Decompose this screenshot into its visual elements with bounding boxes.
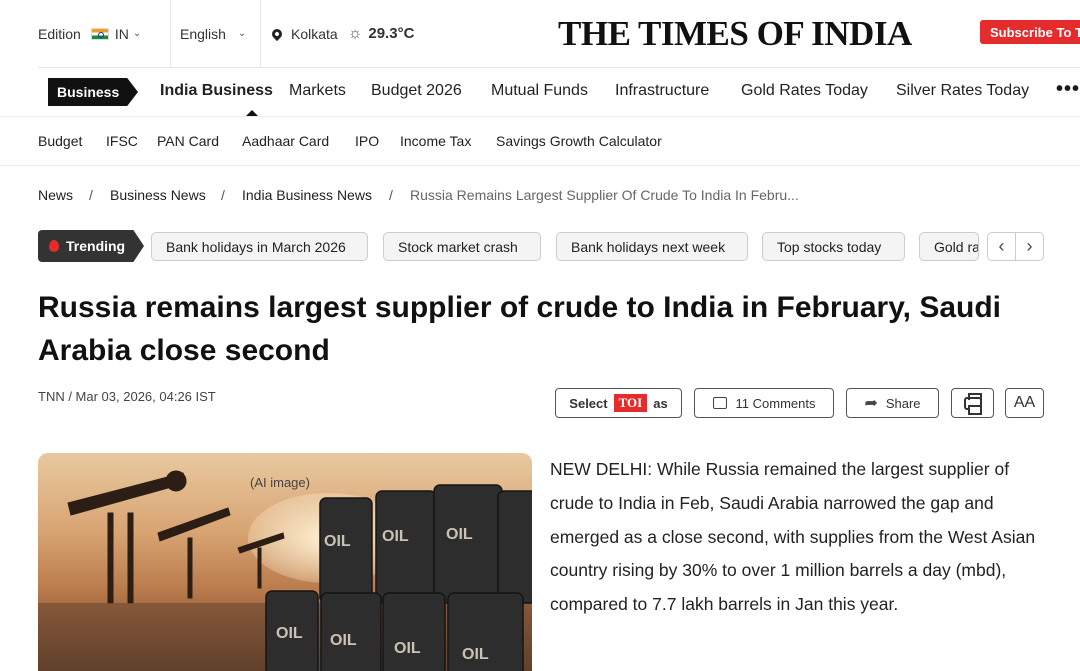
share-icon: ➦ [864,395,878,412]
main-nav: Business India Business Markets Budget 2… [38,67,1080,116]
printer-icon [963,392,982,415]
chevron-down-icon: ⌄ [237,28,247,39]
top-bar: Edition IN ⌄ English ⌄ Kolkata ☼ 29.3°C … [0,0,1080,67]
nav-item-silver-rates[interactable]: Silver Rates Today [896,82,1029,100]
nav-item-budget-2026[interactable]: Budget 2026 [371,82,462,100]
select-toi-preferred-button[interactable]: Select TOI as [555,388,682,418]
language-selector[interactable]: English ⌄ [180,0,246,67]
breadcrumb-separator: / [389,187,393,203]
trending-pill[interactable]: Bank holidays in March 2026 [151,232,368,261]
svg-text:OIL: OIL [276,625,303,642]
city-name: Kolkata [291,25,338,42]
nav-item-mutual-funds[interactable]: Mutual Funds [491,82,588,100]
subnav-item-ifsc[interactable]: IFSC [106,133,138,149]
article-byline: TNN / Mar 03, 2026, 04:26 IST [38,389,216,404]
subnav-item-budget[interactable]: Budget [38,133,82,149]
trending-pill[interactable]: Bank holidays next week [556,232,748,261]
trending-pill[interactable]: Top stocks today [762,232,905,261]
edition-label: Edition [38,25,81,42]
divider [260,0,261,67]
share-button[interactable]: ➦ Share [846,388,939,418]
font-size-button[interactable]: AA [1005,388,1044,418]
edition-selector[interactable]: Edition IN ⌄ [38,0,141,67]
svg-text:OIL: OIL [382,528,409,545]
weather-widget[interactable]: Kolkata ☼ 29.3°C [269,0,415,67]
subnav-item-savings-calculator[interactable]: Savings Growth Calculator [496,133,662,149]
temperature: 29.3°C [368,25,415,42]
nav-item-infrastructure[interactable]: Infrastructure [615,82,709,100]
edition-value: IN [114,25,129,42]
trending-carousel-controls: ‹ › [987,232,1044,261]
sub-nav: Budget IFSC PAN Card Aadhaar Card IPO In… [0,116,1080,166]
svg-text:OIL: OIL [446,526,473,543]
chevron-down-icon: ⌄ [132,28,142,39]
chevron-right-icon[interactable]: › [1016,233,1043,260]
subnav-item-income-tax[interactable]: Income Tax [400,133,471,149]
more-menu-icon[interactable]: ••• [1056,78,1080,101]
subscribe-button[interactable]: Subscribe To TOI+ [980,20,1080,44]
subnav-item-ipo[interactable]: IPO [355,133,379,149]
divider [170,0,171,67]
location-pin-icon [269,26,285,41]
toi-badge: TOI [613,394,648,412]
nav-item-india-business[interactable]: India Business [160,82,273,100]
article-headline: Russia remains largest supplier of crude… [38,291,1002,367]
breadcrumb-business-news[interactable]: Business News [110,187,206,203]
svg-text:OIL: OIL [394,640,421,657]
article-image: OIL OIL OIL OIL OIL OIL OIL (AI image) [38,453,532,671]
site-logo[interactable]: THE TIMES OF INDIA [558,14,912,54]
section-tag-business[interactable]: Business [48,78,138,106]
breadcrumb-separator: / [221,187,225,203]
partly-cloudy-icon: ☼ [347,24,363,42]
print-button[interactable] [951,388,994,418]
article-body: NEW DELHI: While Russia remained the lar… [550,459,1036,615]
language-value: English [180,25,226,42]
nav-item-markets[interactable]: Markets [289,82,346,100]
svg-text:OIL: OIL [462,646,489,663]
breadcrumb-news[interactable]: News [38,187,73,203]
trending-label: Trending [38,230,144,262]
breadcrumb-separator: / [89,187,93,203]
trending-pill[interactable]: Stock market crash [383,232,541,261]
svg-text:OIL: OIL [330,632,357,649]
comments-button[interactable]: 11 Comments [694,388,834,418]
share-label: Share [885,395,921,411]
comments-count: 11 Comments [735,395,816,411]
select-prefix: Select [569,395,608,411]
subnav-item-pan-card[interactable]: PAN Card [157,133,219,149]
select-suffix: as [653,395,668,411]
breadcrumb-current: Russia Remains Largest Supplier Of Crude… [410,187,799,203]
trending-pill[interactable]: Gold rate today [919,232,979,261]
image-caption: (AI image) [250,475,310,490]
comment-icon [712,397,727,409]
india-flag-icon [90,27,109,40]
nav-item-gold-rates[interactable]: Gold Rates Today [741,82,868,100]
chevron-left-icon[interactable]: ‹ [988,233,1016,260]
subnav-item-aadhaar-card[interactable]: Aadhaar Card [242,133,329,149]
svg-text:OIL: OIL [324,533,351,550]
breadcrumb-india-business-news[interactable]: India Business News [242,187,372,203]
